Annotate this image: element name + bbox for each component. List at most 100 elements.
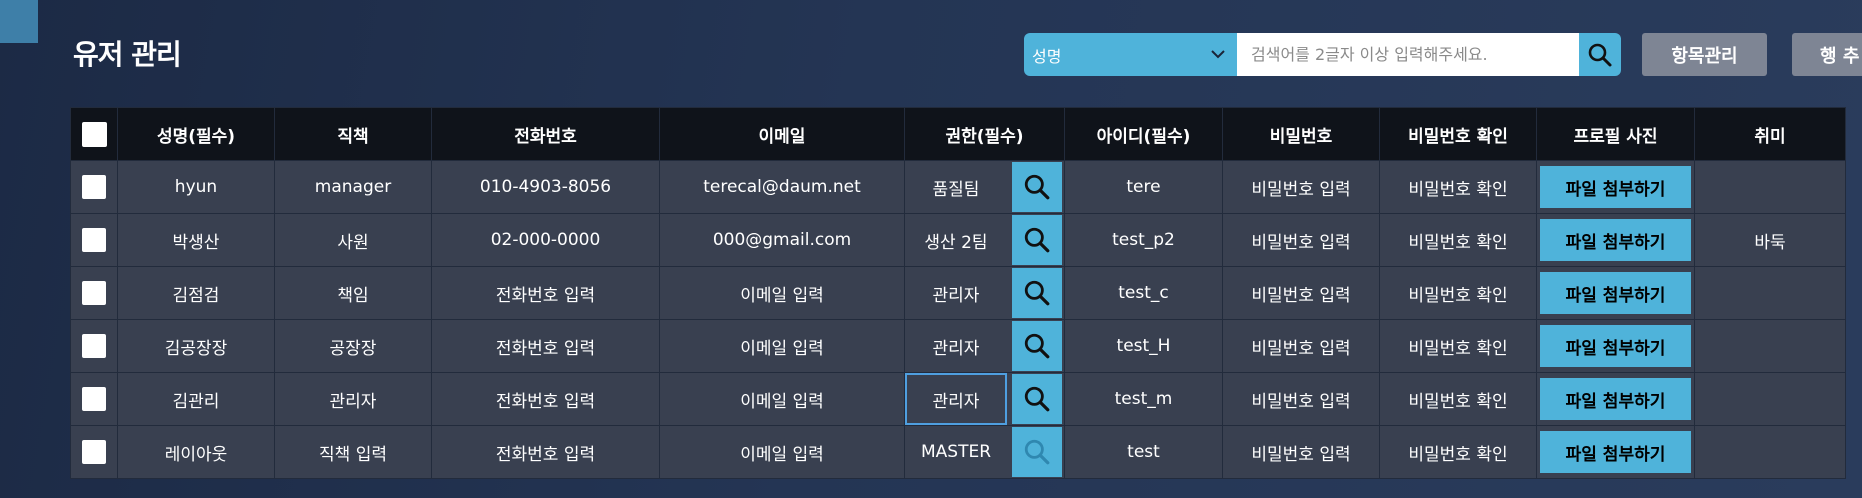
name-cell[interactable]: 김점검 (117, 266, 275, 320)
attach-file-button[interactable]: 파일 첨부하기 (1540, 166, 1691, 208)
header-select-all[interactable] (70, 107, 118, 161)
password-cell[interactable]: 비밀번호 입력 (1222, 213, 1380, 267)
auth-search-button[interactable] (1012, 215, 1062, 265)
auth-search-button-disabled (1012, 427, 1062, 477)
row-checkbox[interactable] (82, 334, 106, 358)
auth-value-focused[interactable]: 관리자 (905, 373, 1007, 425)
id-cell[interactable]: test_H (1064, 319, 1223, 373)
password-cell[interactable]: 비밀번호 입력 (1222, 372, 1380, 426)
phone-cell[interactable]: 전화번호 입력 (431, 319, 660, 373)
header-password-confirm: 비밀번호 확인 (1379, 107, 1537, 161)
attach-file-button[interactable]: 파일 첨부하기 (1540, 431, 1691, 473)
password-confirm-cell[interactable]: 비밀번호 확인 (1379, 425, 1537, 479)
position-cell[interactable]: 사원 (274, 213, 432, 267)
id-cell[interactable]: test_c (1064, 266, 1223, 320)
hobby-cell[interactable] (1694, 160, 1846, 214)
table-row: 레이아웃 직책 입력 전화번호 입력 이메일 입력 MASTER test 비밀… (70, 425, 1846, 479)
profile-photo-cell: 파일 첨부하기 (1536, 213, 1695, 267)
row-select-cell[interactable] (70, 213, 118, 267)
select-all-checkbox[interactable] (81, 121, 107, 147)
table-row: 김관리 관리자 전화번호 입력 이메일 입력 관리자 test_m 비밀번호 입… (70, 372, 1846, 426)
position-cell[interactable]: manager (274, 160, 432, 214)
phone-cell[interactable]: 전화번호 입력 (431, 266, 660, 320)
email-cell[interactable]: 이메일 입력 (659, 266, 905, 320)
auth-cell: 품질팀 (904, 160, 1065, 214)
name-cell[interactable]: 레이아웃 (117, 425, 275, 479)
password-confirm-cell[interactable]: 비밀번호 확인 (1379, 160, 1537, 214)
email-cell[interactable]: 000@gmail.com (659, 213, 905, 267)
row-select-cell[interactable] (70, 319, 118, 373)
auth-search-button[interactable] (1012, 268, 1062, 318)
hobby-cell[interactable]: 바둑 (1694, 213, 1846, 267)
password-confirm-cell[interactable]: 비밀번호 확인 (1379, 372, 1537, 426)
table-row: 김공장장 공장장 전화번호 입력 이메일 입력 관리자 test_H 비밀번호 … (70, 319, 1846, 373)
password-cell[interactable]: 비밀번호 입력 (1222, 425, 1380, 479)
header-password: 비밀번호 (1222, 107, 1380, 161)
row-select-cell[interactable] (70, 425, 118, 479)
auth-value[interactable]: 생산 2팀 (906, 215, 1008, 266)
search-field-select[interactable]: 성명 (1024, 33, 1237, 76)
id-cell[interactable]: test (1064, 425, 1223, 479)
position-cell[interactable]: 직책 입력 (274, 425, 432, 479)
name-cell[interactable]: 박생산 (117, 213, 275, 267)
search-icon (1024, 386, 1050, 412)
auth-value[interactable]: 관리자 (906, 321, 1008, 372)
phone-cell[interactable]: 전화번호 입력 (431, 372, 660, 426)
auth-search-button[interactable] (1012, 162, 1062, 212)
auth-search-button[interactable] (1012, 374, 1062, 424)
email-cell[interactable]: terecal@daum.net (659, 160, 905, 214)
position-cell[interactable]: 책임 (274, 266, 432, 320)
search-icon (1588, 43, 1612, 66)
manage-columns-button[interactable]: 항목관리 (1642, 33, 1767, 76)
email-cell[interactable]: 이메일 입력 (659, 372, 905, 426)
name-cell[interactable]: 김공장장 (117, 319, 275, 373)
row-checkbox[interactable] (82, 440, 106, 464)
auth-value[interactable]: MASTER (906, 427, 1008, 478)
attach-file-button[interactable]: 파일 첨부하기 (1540, 272, 1691, 314)
password-cell[interactable]: 비밀번호 입력 (1222, 160, 1380, 214)
auth-search-button[interactable] (1012, 321, 1062, 371)
auth-value[interactable]: 관리자 (906, 268, 1008, 319)
row-checkbox[interactable] (82, 175, 106, 199)
password-cell[interactable]: 비밀번호 입력 (1222, 319, 1380, 373)
password-confirm-cell[interactable]: 비밀번호 확인 (1379, 266, 1537, 320)
position-cell[interactable]: 공장장 (274, 319, 432, 373)
id-cell[interactable]: test_p2 (1064, 213, 1223, 267)
user-table: 성명(필수) 직책 전화번호 이메일 권한(필수) 아이디(필수) 비밀번호 비… (70, 107, 1846, 479)
search-button[interactable] (1579, 33, 1621, 76)
auth-cell: 생산 2팀 (904, 213, 1065, 267)
name-cell[interactable]: 김관리 (117, 372, 275, 426)
position-cell[interactable]: 관리자 (274, 372, 432, 426)
hobby-cell[interactable] (1694, 319, 1846, 373)
auth-value[interactable]: 품질팀 (906, 162, 1008, 213)
profile-photo-cell: 파일 첨부하기 (1536, 319, 1695, 373)
table-row: 박생산 사원 02-000-0000 000@gmail.com 생산 2팀 t… (70, 213, 1846, 267)
attach-file-button[interactable]: 파일 첨부하기 (1540, 325, 1691, 367)
profile-photo-cell: 파일 첨부하기 (1536, 160, 1695, 214)
name-cell[interactable]: hyun (117, 160, 275, 214)
search-input[interactable] (1237, 33, 1579, 76)
row-checkbox[interactable] (82, 281, 106, 305)
row-checkbox[interactable] (82, 228, 106, 252)
email-cell[interactable]: 이메일 입력 (659, 425, 905, 479)
attach-file-button[interactable]: 파일 첨부하기 (1540, 219, 1691, 261)
phone-cell[interactable]: 010-4903-8056 (431, 160, 660, 214)
row-select-cell[interactable] (70, 372, 118, 426)
email-cell[interactable]: 이메일 입력 (659, 319, 905, 373)
phone-cell[interactable]: 전화번호 입력 (431, 425, 660, 479)
id-cell[interactable]: tere (1064, 160, 1223, 214)
hobby-cell[interactable] (1694, 372, 1846, 426)
password-cell[interactable]: 비밀번호 입력 (1222, 266, 1380, 320)
id-cell[interactable]: test_m (1064, 372, 1223, 426)
password-confirm-cell[interactable]: 비밀번호 확인 (1379, 213, 1537, 267)
hobby-cell[interactable] (1694, 425, 1846, 479)
phone-cell[interactable]: 02-000-0000 (431, 213, 660, 267)
row-checkbox[interactable] (82, 387, 106, 411)
add-row-button[interactable]: 행 추 (1792, 33, 1862, 76)
password-confirm-cell[interactable]: 비밀번호 확인 (1379, 319, 1537, 373)
attach-file-button[interactable]: 파일 첨부하기 (1540, 378, 1691, 420)
row-select-cell[interactable] (70, 160, 118, 214)
auth-cell: 관리자 (904, 372, 1065, 426)
row-select-cell[interactable] (70, 266, 118, 320)
hobby-cell[interactable] (1694, 266, 1846, 320)
